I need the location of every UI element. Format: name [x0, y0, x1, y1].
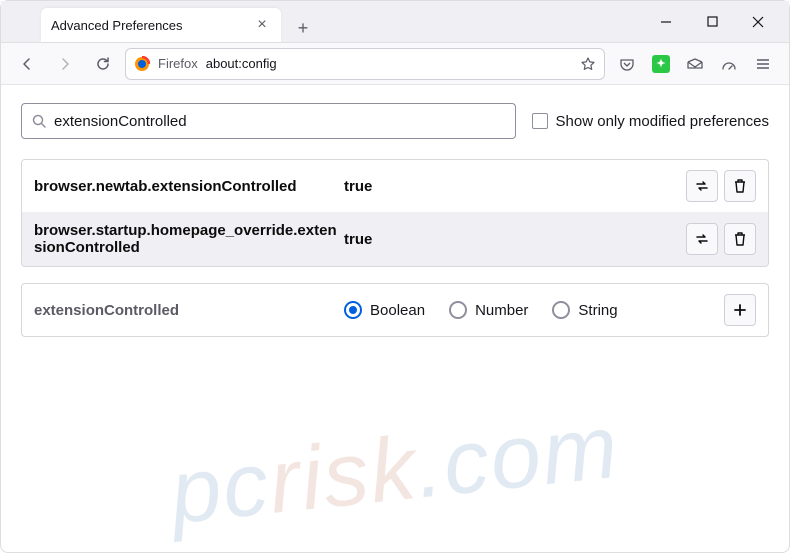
extension-badge-icon[interactable]: ✦ [645, 48, 677, 80]
new-tab-button[interactable]: + [289, 14, 317, 42]
preference-row: browser.newtab.extensionControlled true [22, 160, 768, 212]
radio-icon [552, 301, 570, 319]
close-window-button[interactable] [735, 6, 781, 38]
browser-tab[interactable]: Advanced Preferences × [41, 8, 281, 42]
radio-label: Boolean [370, 302, 425, 319]
radio-icon [449, 301, 467, 319]
pocket-icon[interactable] [611, 48, 643, 80]
show-modified-label: Show only modified preferences [556, 113, 769, 130]
preference-name: browser.newtab.extensionControlled [34, 178, 344, 195]
forward-button[interactable] [49, 48, 81, 80]
preference-name: browser.startup.homepage_override.extens… [34, 222, 344, 256]
minimize-button[interactable] [643, 6, 689, 38]
window-controls [643, 6, 781, 38]
inbox-icon[interactable] [679, 48, 711, 80]
title-bar: Advanced Preferences × + [1, 1, 789, 43]
url-identity-label: Firefox [158, 56, 198, 71]
toolbar: Firefox about:config ✦ [1, 43, 789, 85]
preference-list: browser.newtab.extensionControlled true … [21, 159, 769, 267]
watermark: pcrisk.com [166, 396, 624, 545]
url-text: about:config [206, 56, 277, 71]
firefox-logo-icon [134, 56, 150, 72]
close-tab-icon[interactable]: × [253, 16, 271, 34]
radio-label: Number [475, 302, 528, 319]
new-preference-row: extensionControlled Boolean Number Strin… [21, 283, 769, 337]
preference-row: browser.startup.homepage_override.extens… [22, 212, 768, 266]
preference-value: true [344, 178, 686, 195]
delete-button[interactable] [724, 170, 756, 202]
search-row: Show only modified preferences [21, 103, 769, 139]
reload-button[interactable] [87, 48, 119, 80]
url-bar[interactable]: Firefox about:config [125, 48, 605, 80]
type-number-radio[interactable]: Number [449, 301, 528, 319]
search-input[interactable] [54, 113, 505, 130]
content-area: Show only modified preferences browser.n… [1, 85, 789, 355]
preference-value: true [344, 231, 686, 248]
show-modified-checkbox-wrap[interactable]: Show only modified preferences [532, 113, 769, 130]
back-button[interactable] [11, 48, 43, 80]
tabs-area: Advanced Preferences × + [1, 1, 317, 42]
radio-icon [344, 301, 362, 319]
radio-label: String [578, 302, 617, 319]
bookmark-star-icon[interactable] [580, 56, 596, 72]
preference-actions [686, 170, 756, 202]
type-radio-group: Boolean Number String [344, 301, 724, 319]
type-string-radio[interactable]: String [552, 301, 617, 319]
search-box[interactable] [21, 103, 516, 139]
dashboard-icon[interactable] [713, 48, 745, 80]
toggle-button[interactable] [686, 170, 718, 202]
search-icon [32, 114, 46, 128]
maximize-button[interactable] [689, 6, 735, 38]
show-modified-checkbox[interactable] [532, 113, 548, 129]
tab-title: Advanced Preferences [51, 18, 253, 33]
new-preference-name: extensionControlled [34, 302, 344, 319]
toggle-button[interactable] [686, 223, 718, 255]
add-button[interactable] [724, 294, 756, 326]
type-boolean-radio[interactable]: Boolean [344, 301, 425, 319]
delete-button[interactable] [724, 223, 756, 255]
menu-icon[interactable] [747, 48, 779, 80]
toolbar-right-icons: ✦ [611, 48, 779, 80]
preference-actions [686, 223, 756, 255]
